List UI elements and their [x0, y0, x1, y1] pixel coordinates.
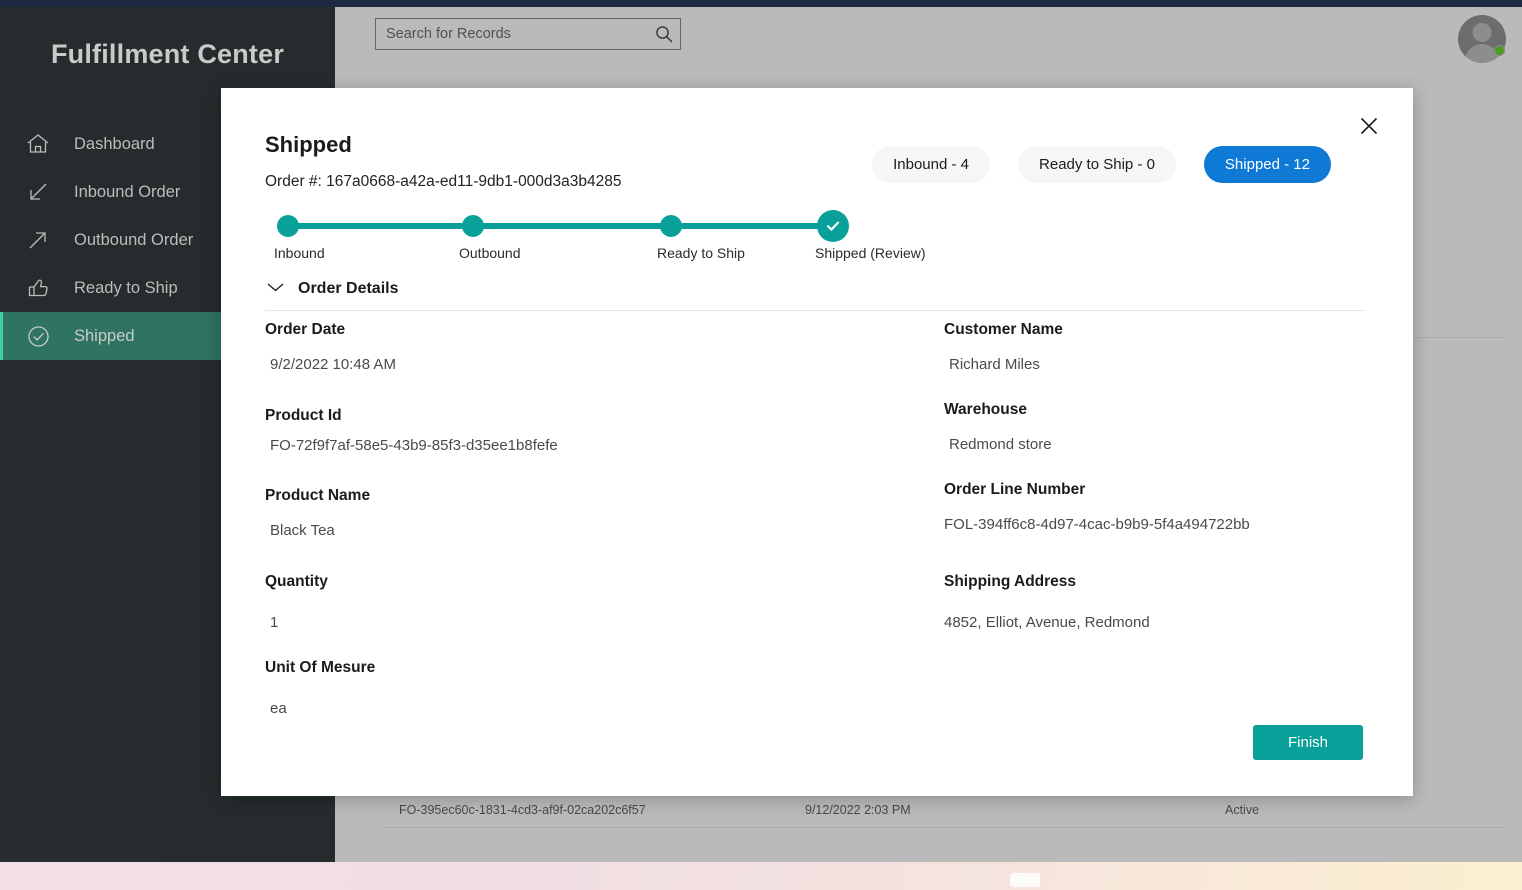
step-dot-current	[817, 210, 849, 242]
field-product-name: Product Name Black Tea	[265, 484, 825, 542]
field-label: Quantity	[265, 573, 328, 590]
window-top-strip	[0, 0, 1522, 7]
field-product-id: Product Id FO-72f9f7af-58e5-43b9-85f3-d3…	[265, 404, 825, 450]
presence-indicator	[1494, 45, 1505, 56]
step-label: Outbound	[459, 245, 521, 261]
step-label: Ready to Ship	[657, 245, 745, 261]
field-label: Order Line Number	[944, 481, 1086, 498]
os-taskbar-strip	[0, 862, 1522, 890]
app-brand-title: Fulfillment Center	[50, 39, 285, 69]
order-details-toggle[interactable]: Order Details	[266, 280, 398, 298]
field-order-date: Order Date 9/2/2022 10:48 AM	[265, 318, 825, 376]
app-root: Fulfillment Center Dashboard Inbound Ord…	[0, 0, 1522, 890]
pill-shipped[interactable]: Shipped - 12	[1203, 146, 1331, 183]
field-label: Product Id	[265, 407, 342, 424]
field-quantity: Quantity 1	[265, 570, 825, 634]
field-value: 4852, Elliot, Avenue, Redmond	[944, 614, 1150, 631]
sidebar-item-label: Inbound Order	[74, 182, 181, 201]
field-value: 9/2/2022 10:48 AM	[270, 356, 396, 373]
field-value: FO-72f9f7af-58e5-43b9-85f3-d35ee1b8fefe	[270, 437, 558, 450]
field-value: 1	[270, 614, 279, 631]
step-dot	[660, 215, 682, 237]
pill-inbound[interactable]: Inbound - 4	[872, 146, 991, 183]
field-value: ea	[270, 700, 287, 717]
check-circle-icon	[26, 322, 60, 350]
sidebar-item-shipped[interactable]: Shipped	[0, 312, 223, 360]
chevron-down-icon	[266, 280, 285, 298]
pill-ready-to-ship[interactable]: Ready to Ship - 0	[1018, 146, 1176, 183]
field-customer-name: Customer Name Richard Miles	[944, 318, 1374, 376]
step-dot	[462, 215, 484, 237]
field-unit-of-measure: Unit Of Mesure ea	[265, 656, 825, 720]
arrow-down-left-icon	[26, 178, 60, 206]
field-value: Black Tea	[270, 522, 335, 539]
step-dot	[277, 215, 299, 237]
field-value: Redmond store	[949, 436, 1052, 453]
field-label: Shipping Address	[944, 573, 1077, 590]
sidebar-item-label: Ready to Ship	[74, 278, 178, 297]
field-shipping-address: Shipping Address 4852, Elliot, Avenue, R…	[944, 570, 1374, 634]
order-details-label: Order Details	[298, 280, 399, 297]
stepper-track	[288, 223, 833, 229]
taskbar-item[interactable]	[1010, 873, 1040, 887]
close-icon[interactable]	[1355, 112, 1383, 140]
page-title: Shipped	[265, 132, 352, 157]
shipped-order-modal: Shipped Order #: 167a0668-a42a-ed11-9db1…	[221, 88, 1413, 796]
field-value: FOL-394ff6c8-4d97-4cac-b9b9-5f4a494722bb	[944, 516, 1250, 533]
section-divider	[265, 310, 1365, 311]
details-column-right: Customer Name Richard Miles Warehouse Re…	[944, 318, 1374, 638]
field-label: Order Date	[265, 321, 346, 338]
details-column-left: Order Date 9/2/2022 10:48 AM Product Id …	[265, 318, 825, 724]
sidebar-item-label: Dashboard	[74, 134, 155, 153]
step-label: Inbound	[274, 245, 325, 261]
step-label: Shipped (Review)	[815, 245, 926, 261]
field-label: Warehouse	[944, 401, 1027, 418]
arrow-up-right-icon	[26, 226, 60, 254]
status-filter-pills: Inbound - 4 Ready to Ship - 0 Shipped - …	[872, 146, 1331, 183]
field-label: Customer Name	[944, 321, 1063, 338]
finish-button[interactable]: Finish	[1253, 725, 1363, 760]
field-warehouse: Warehouse Redmond store	[944, 398, 1374, 456]
home-icon	[26, 130, 60, 158]
field-label: Unit Of Mesure	[265, 659, 376, 676]
field-order-line-number: Order Line Number FOL-394ff6c8-4d97-4cac…	[944, 478, 1374, 536]
sidebar-item-label: Outbound Order	[74, 230, 194, 249]
order-progress-stepper: Inbound Outbound Ready to Ship Shipped (…	[266, 206, 926, 266]
order-reference: Order #: 167a0668-a42a-ed11-9db1-000d3a3…	[265, 173, 622, 190]
field-value: Richard Miles	[949, 356, 1040, 373]
sidebar-item-label: Shipped	[74, 326, 135, 345]
field-label: Product Name	[265, 487, 371, 504]
thumbs-up-icon	[26, 274, 60, 302]
